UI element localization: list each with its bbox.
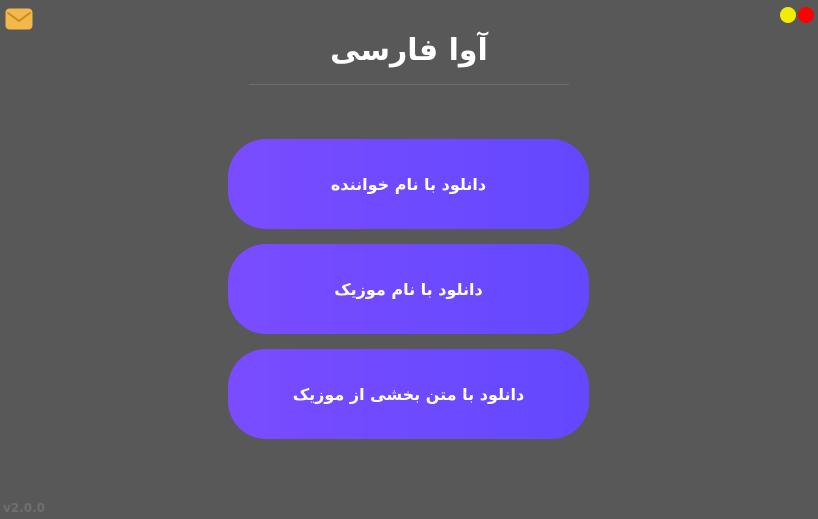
minimize-button[interactable] bbox=[780, 7, 796, 23]
download-by-singer-button[interactable]: دانلود با نام خواننده bbox=[228, 139, 589, 229]
window-controls bbox=[780, 7, 814, 23]
app-title: آوا فارسی bbox=[330, 33, 488, 68]
version-label: v2.0.0 bbox=[3, 501, 45, 515]
download-by-song-name-button[interactable]: دانلود با نام موزیک bbox=[228, 244, 589, 334]
close-button[interactable] bbox=[798, 7, 814, 23]
title-divider bbox=[249, 84, 569, 85]
download-by-lyrics-button[interactable]: دانلود با متن بخشی از موزیک bbox=[228, 349, 589, 439]
